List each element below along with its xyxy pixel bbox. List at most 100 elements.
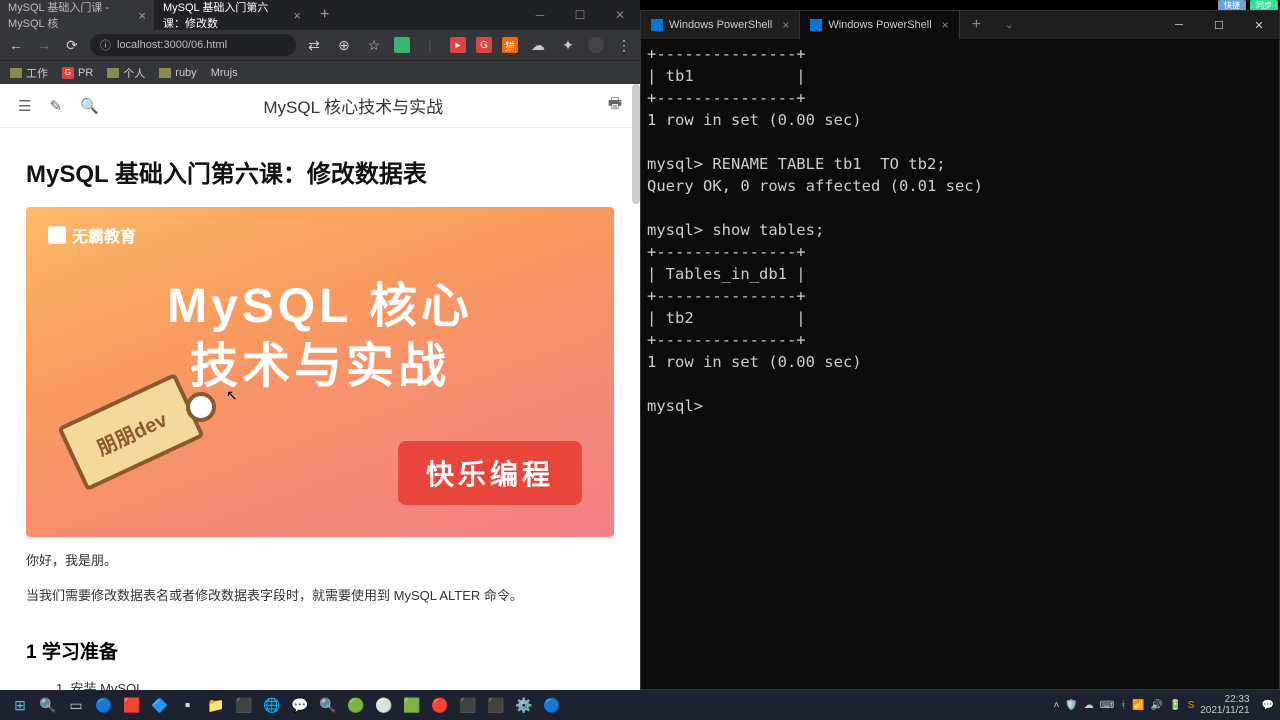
menu-icon[interactable]: ☰ xyxy=(18,97,31,115)
minimize-button[interactable]: ─ xyxy=(1159,11,1199,39)
close-icon[interactable]: × xyxy=(782,18,789,32)
brand-icon xyxy=(48,226,66,244)
bookmark-personal[interactable]: 个人 xyxy=(107,65,145,81)
folder-icon xyxy=(107,68,119,78)
menu-icon[interactable]: ⋮ xyxy=(614,37,634,54)
app-icon[interactable]: ▫️ xyxy=(175,692,201,718)
close-button[interactable]: ✕ xyxy=(600,0,640,30)
explorer-icon[interactable]: 📁 xyxy=(203,692,229,718)
info-icon: ⓘ xyxy=(100,37,111,53)
url-input[interactable]: ⓘ localhost:3000/06.html xyxy=(90,34,296,56)
app-icon[interactable]: 🔴 xyxy=(427,692,453,718)
app-icon[interactable]: 🔷 xyxy=(147,692,173,718)
tray-volume-icon[interactable]: 🔊 xyxy=(1151,700,1163,711)
page-content: ☰ ✎ 🔍 MySQL 核心技术与实战 🖶 MySQL 基础入门第六课：修改数据… xyxy=(0,84,640,690)
app-icon[interactable]: ⬛ xyxy=(455,692,481,718)
app-icon[interactable]: ⚪ xyxy=(371,692,397,718)
translate-icon[interactable]: ⇄ xyxy=(304,37,324,54)
cta-badge: 快乐编程 xyxy=(398,441,582,505)
close-button[interactable]: ✕ xyxy=(1239,11,1279,39)
new-tab-button[interactable]: + xyxy=(960,16,993,34)
app-icon[interactable]: ⚙️ xyxy=(511,692,537,718)
search-app-icon[interactable]: 🔍 xyxy=(315,692,341,718)
paragraph: 当我们需要修改数据表名或者修改数据表字段时，就需要使用到 MySQL ALTER… xyxy=(26,586,614,607)
search-icon[interactable]: 🔍 xyxy=(35,692,61,718)
scrollbar[interactable] xyxy=(632,84,640,204)
app-icon[interactable]: 🟥 xyxy=(119,692,145,718)
print-icon[interactable]: 🖶 xyxy=(608,93,622,118)
app-icon[interactable]: 🔵 xyxy=(539,692,565,718)
doc-toolbar: ☰ ✎ 🔍 MySQL 核心技术与实战 🖶 xyxy=(0,84,640,128)
folder-icon xyxy=(10,68,22,78)
search-icon[interactable]: 🔍 xyxy=(80,97,99,115)
chrome-icon[interactable]: 🌐 xyxy=(259,692,285,718)
ext-orange-icon[interactable]: 猫 xyxy=(502,37,518,53)
app-icon[interactable]: 🟢 xyxy=(343,692,369,718)
close-icon[interactable]: × xyxy=(138,8,146,23)
tab-label: Windows PowerShell xyxy=(828,19,931,31)
ext-puzzle-icon[interactable]: ✦ xyxy=(558,37,578,54)
tray-icon[interactable]: ⌨ xyxy=(1100,700,1114,711)
terminal-tab-0[interactable]: Windows PowerShell × xyxy=(641,11,800,39)
address-bar: ← → ⟳ ⓘ localhost:3000/06.html ⇄ ⊕ ☆ | ▸… xyxy=(0,30,640,60)
tray-icon[interactable]: 🛡️ xyxy=(1065,700,1077,711)
bookmark-ruby[interactable]: ruby xyxy=(159,67,196,79)
notif-icon[interactable]: 💬 xyxy=(1262,700,1274,711)
wechat-icon[interactable]: 💬 xyxy=(287,692,313,718)
taskview-icon[interactable]: ▭ xyxy=(63,692,89,718)
close-icon[interactable]: × xyxy=(293,8,301,23)
minimize-button[interactable]: ─ xyxy=(520,0,560,30)
ring-icon xyxy=(186,392,216,422)
brand-label: 无霸教育 xyxy=(48,223,136,247)
tray-battery-icon[interactable]: 🔋 xyxy=(1169,700,1181,711)
terminal-window: Windows PowerShell × Windows PowerShell … xyxy=(640,10,1280,690)
paragraph: 你好，我是朋。 xyxy=(26,551,614,572)
list-item: 1. 安装 MySQL xyxy=(26,678,614,690)
maximize-button[interactable]: ☐ xyxy=(1199,11,1239,39)
divider: | xyxy=(420,37,440,53)
ext-cloud-icon[interactable]: ☁ xyxy=(528,37,548,54)
clock[interactable]: 22:33 2021/11/21 xyxy=(1200,694,1255,716)
powershell-icon xyxy=(810,19,822,31)
bookmark-mrujs[interactable]: Mrujs xyxy=(211,67,238,79)
extension-icons: ⇄ ⊕ ☆ | ▸ G 猫 ☁ ✦ ⋮ xyxy=(304,37,634,54)
excel-icon[interactable]: 🟩 xyxy=(399,692,425,718)
back-button[interactable]: ← xyxy=(6,37,26,53)
profile-icon[interactable] xyxy=(588,37,604,53)
terminal-tab-1[interactable]: Windows PowerShell × xyxy=(800,11,959,39)
tray-wifi-icon[interactable]: 📶 xyxy=(1132,700,1144,711)
page-title: MySQL 核心技术与实战 xyxy=(117,93,590,118)
reload-button[interactable]: ⟳ xyxy=(62,37,82,54)
new-tab-button[interactable]: + xyxy=(310,0,339,30)
article-heading: MySQL 基础入门第六课：修改数据表 xyxy=(26,154,614,189)
folder-icon xyxy=(159,68,171,78)
tray-chevron-icon[interactable]: ˄ xyxy=(1053,700,1059,711)
tray-bluetooth-icon[interactable]: ᚼ xyxy=(1120,700,1126,711)
close-icon[interactable]: × xyxy=(942,18,949,32)
app-icon[interactable]: ⬛ xyxy=(483,692,509,718)
bookmark-pr[interactable]: GPR xyxy=(62,67,93,79)
powershell-icon xyxy=(651,19,663,31)
brush-icon[interactable]: ✎ xyxy=(49,97,62,115)
tab-label: Windows PowerShell xyxy=(669,19,772,31)
banner-tag: 朋朋dev xyxy=(66,347,226,507)
forward-button[interactable]: → xyxy=(34,37,54,53)
ext-green-icon[interactable] xyxy=(394,37,410,53)
start-button[interactable]: ⊞ xyxy=(7,692,33,718)
app-icon[interactable]: 🔵 xyxy=(91,692,117,718)
tray-icon[interactable]: S xyxy=(1188,700,1195,711)
section-heading: 1 学习准备 xyxy=(26,637,614,664)
maximize-button[interactable]: ☐ xyxy=(560,0,600,30)
terminal-output[interactable]: +---------------+ | tb1 | +-------------… xyxy=(641,39,1279,689)
dropdown-icon[interactable]: ⌄ xyxy=(993,20,1025,31)
tray-icon[interactable]: ☁ xyxy=(1084,700,1094,711)
browser-tab-1[interactable]: MySQL 基础入门第六课：修改数 × xyxy=(155,0,310,30)
zoom-icon[interactable]: ⊕ xyxy=(334,37,354,54)
terminal-icon[interactable]: ⬛ xyxy=(231,692,257,718)
ext-red2-icon[interactable]: G xyxy=(476,37,492,53)
bookmark-bar: 工作 GPR 个人 ruby Mrujs xyxy=(0,60,640,84)
star-icon[interactable]: ☆ xyxy=(364,37,384,54)
bookmark-work[interactable]: 工作 xyxy=(10,65,48,81)
browser-tab-0[interactable]: MySQL 基础入门课 - MySQL 核 × xyxy=(0,0,155,30)
ext-red1-icon[interactable]: ▸ xyxy=(450,37,466,53)
